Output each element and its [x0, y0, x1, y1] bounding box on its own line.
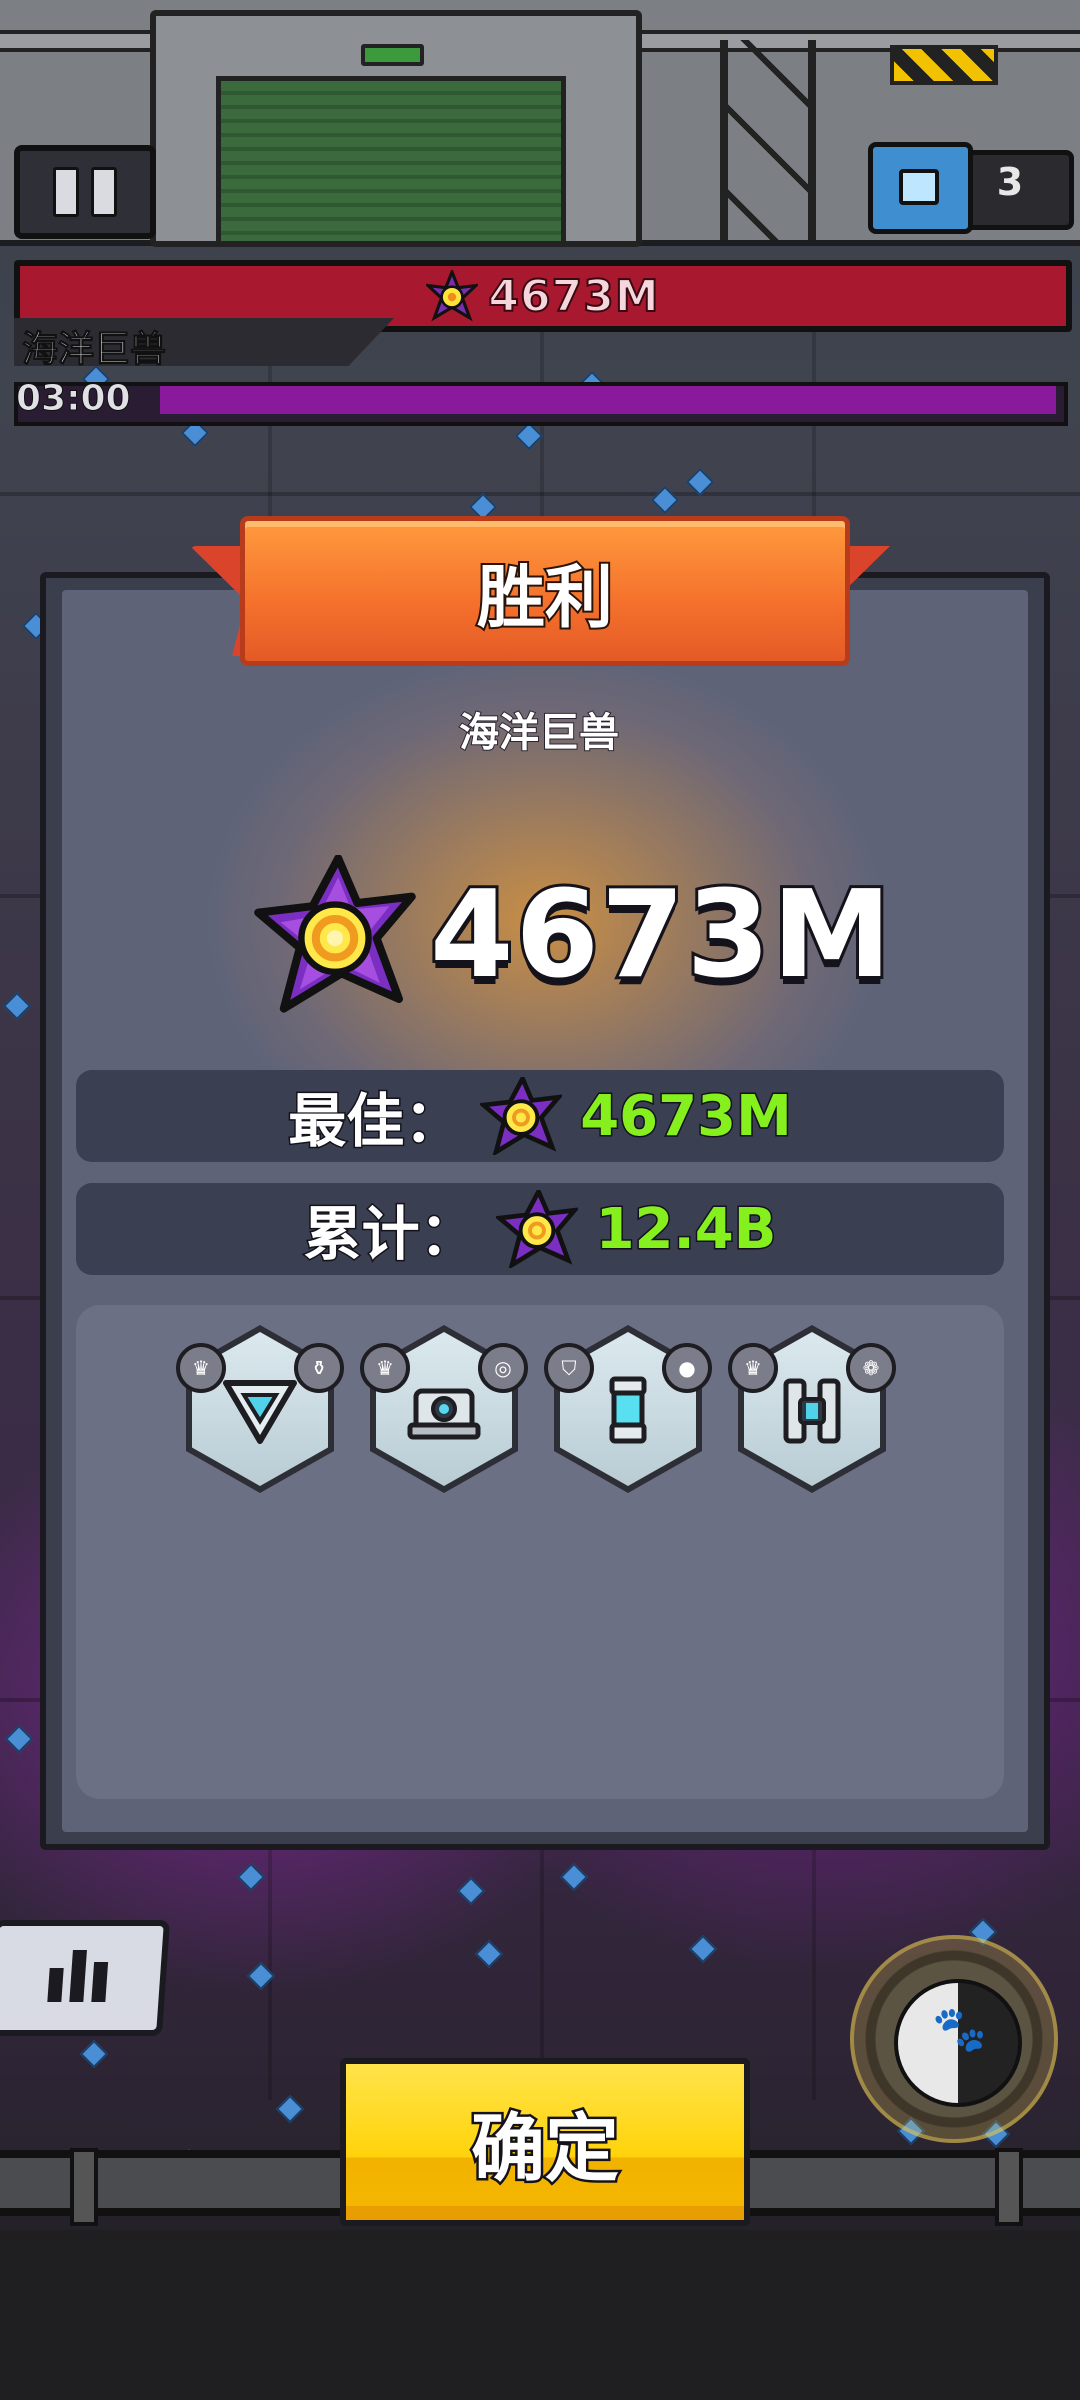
victory-banner: 胜利 [190, 516, 890, 678]
yin-yang-icon: 🐾 [894, 1979, 1022, 2107]
damage-value: 4673M [427, 863, 894, 1008]
damage-score: 4673M [250, 850, 894, 1020]
best-score-row: 最佳： 4673M [76, 1070, 1004, 1162]
defeated-boss-name: 海洋巨兽 [458, 709, 620, 757]
reward-item[interactable]: ♛ ◎ [360, 1325, 528, 1493]
reward-item[interactable]: ♛ ❁ [728, 1325, 896, 1493]
total-value: 12.4B [594, 1195, 778, 1263]
total-score-row: 累计： 12.4B [76, 1183, 1004, 1275]
reward-item[interactable]: ⛉ ● [544, 1325, 712, 1493]
garage-building [150, 10, 642, 247]
boss-name-label: 海洋巨兽 [21, 329, 167, 371]
chest-count: 3 [996, 160, 1024, 204]
boss-hp-value: 4673M [487, 270, 660, 323]
damage-star-icon [254, 855, 416, 1013]
reward-panel: ♛ ⚱ ♛ ◎ ⛉ ● ♛ ❁ [76, 1305, 1004, 1799]
hazard-sign [890, 45, 998, 85]
victory-title: 胜利 [475, 557, 615, 640]
best-value: 4673M [579, 1082, 794, 1150]
turret-icon [407, 1388, 481, 1440]
ball-icon: ● [662, 1343, 712, 1393]
crown-icon: ♛ [728, 1343, 778, 1393]
timer-label: 03:00 [16, 378, 132, 420]
shell-icon: ◎ [478, 1343, 528, 1393]
confirm-label: 确定 [469, 2103, 622, 2194]
reward-item[interactable]: ♛ ⚱ [176, 1325, 344, 1493]
skill-button[interactable]: 🐾 [850, 1935, 1058, 2143]
crown-icon: ♛ [176, 1343, 226, 1393]
capsule-icon [609, 1376, 647, 1444]
chest-icon [868, 142, 973, 234]
shield-icon: ⛉ [544, 1343, 594, 1393]
crown-icon: ♛ [360, 1343, 410, 1393]
paw-icon: 🐾 [932, 2004, 987, 2055]
confirm-button[interactable]: 确定 [340, 2058, 750, 2226]
damage-star-icon [480, 1077, 563, 1155]
damage-star-icon [426, 270, 479, 322]
pause-button[interactable] [14, 145, 156, 239]
creature-icon: ❁ [846, 1343, 896, 1393]
best-label: 最佳： [287, 1086, 464, 1157]
triangle-gem-icon [223, 1380, 297, 1444]
battery-icon [783, 1378, 841, 1444]
damage-star-icon [495, 1190, 578, 1268]
timer-bar-fill [160, 386, 1056, 414]
steel-tower [720, 40, 816, 240]
total-label: 累计： [302, 1199, 479, 1270]
ground [0, 2230, 1080, 2400]
stats-button[interactable] [0, 1920, 171, 2036]
bottle-icon: ⚱ [294, 1343, 344, 1393]
